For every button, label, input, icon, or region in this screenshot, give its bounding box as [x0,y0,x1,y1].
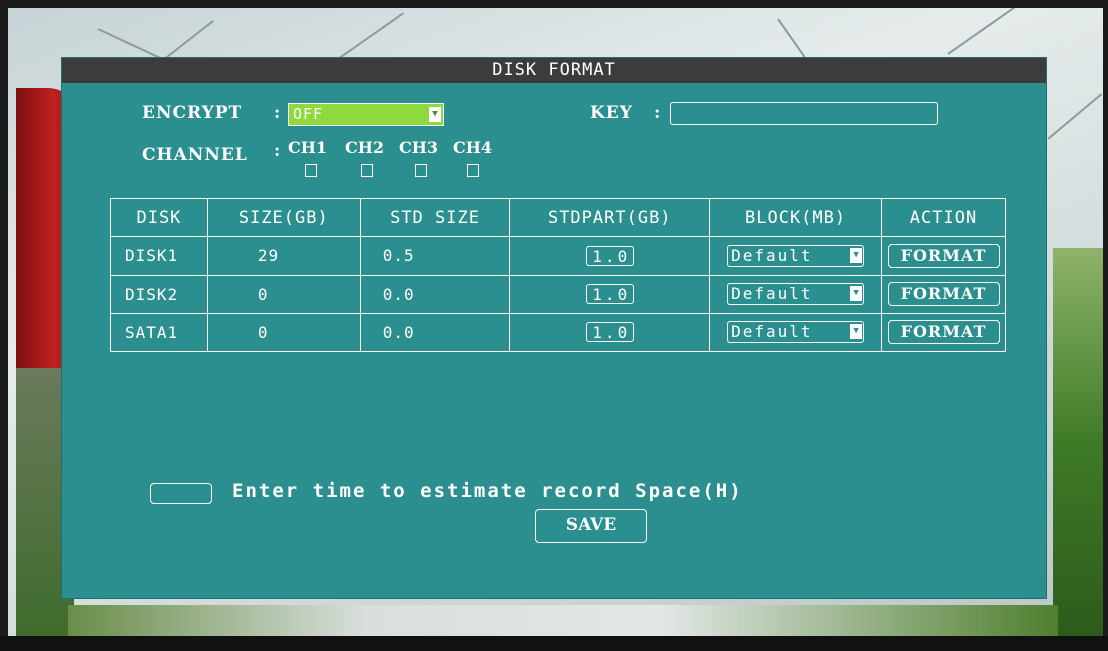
format-button[interactable]: FORMAT [887,282,1000,307]
channel-ch1-label: CH1 [288,138,327,157]
encrypt-separator: : [274,103,282,123]
channel-ch3-checkbox[interactable] [415,164,427,177]
disk-std-size: 0.5 [359,236,511,276]
disk-std-size: 0.0 [359,312,511,353]
stdpart-cell: 1.0 [509,236,711,276]
estimate-label: Enter time to estimate record Space(H) [232,480,743,502]
background-floor [68,605,1058,636]
channel-ch2-label: CH2 [345,138,384,157]
channel-separator: : [274,141,282,161]
table-row: DISK1 29 0.5 1.0 Default ▼ FORMAT [110,236,1006,276]
channel-ch4-label: CH4 [453,138,492,157]
chevron-down-icon: ▼ [850,247,863,263]
stdpart-input[interactable]: 1.0 [585,245,634,266]
disk-size: 0 [206,312,361,353]
channel-ch3-label: CH3 [399,138,438,157]
key-label: KEY [590,103,633,123]
monitor-bezel [0,636,1108,651]
background-line [337,12,405,60]
chevron-down-icon: ▼ [429,107,441,122]
header-disk: DISK [110,197,208,238]
block-select[interactable]: Default ▼ [727,283,865,306]
block-cell: Default ▼ [709,274,882,314]
disk-name: DISK2 [110,274,208,314]
disk-size: 29 [206,236,361,276]
stdpart-input[interactable]: 1.0 [585,322,634,343]
stdpart-cell: 1.0 [509,274,711,314]
disk-name: SATA1 [110,312,208,353]
channel-ch1-checkbox[interactable] [305,164,317,177]
channel-ch4-checkbox[interactable] [467,164,479,177]
key-input[interactable] [670,102,938,125]
record-hours-input[interactable] [150,483,212,504]
block-value: Default [731,322,813,342]
disk-table: DISK SIZE(GB) STD SIZE STDPART(GB) BLOCK… [110,197,1006,353]
background-line [947,8,1023,55]
background-line [1047,93,1103,140]
header-block: BLOCK(MB) [709,197,882,238]
action-cell: FORMAT [881,274,1006,314]
encrypt-label: ENCRYPT [142,103,243,123]
format-button[interactable]: FORMAT [887,320,1000,345]
encrypt-select[interactable]: OFF ▼ [288,103,444,126]
table-row: DISK2 0 0.0 1.0 Default ▼ FORMAT [110,274,1006,314]
table-header-row: DISK SIZE(GB) STD SIZE STDPART(GB) BLOCK… [110,197,1006,238]
save-button[interactable]: SAVE [535,509,647,543]
action-cell: FORMAT [881,236,1006,276]
disk-std-size: 0.0 [359,274,511,314]
channel-label: CHANNEL [142,145,248,165]
block-value: Default [731,245,813,265]
block-select[interactable]: Default ▼ [727,321,865,344]
block-select[interactable]: Default ▼ [727,244,865,267]
header-size: SIZE(GB) [206,197,361,238]
header-std-size: STD SIZE [359,197,511,238]
header-stdpart: STDPART(GB) [509,197,711,238]
key-separator: : [654,103,662,123]
block-cell: Default ▼ [709,312,882,353]
action-cell: FORMAT [881,312,1006,353]
stdpart-input[interactable]: 1.0 [585,284,634,305]
encrypt-value: OFF [293,105,324,123]
block-value: Default [731,284,813,304]
disk-format-dialog: DISK FORMAT ENCRYPT : OFF ▼ KEY : CHANNE… [62,58,1046,598]
disk-size: 0 [206,274,361,314]
stdpart-cell: 1.0 [509,312,711,353]
disk-name: DISK1 [110,236,208,276]
background-plant-right [1053,248,1103,636]
chevron-down-icon: ▼ [850,324,863,340]
table-row: SATA1 0 0.0 1.0 Default ▼ FORMAT [110,312,1006,353]
header-action: ACTION [881,197,1006,238]
dialog-title: DISK FORMAT [62,58,1046,83]
block-cell: Default ▼ [709,236,882,276]
format-button[interactable]: FORMAT [887,243,1000,268]
chevron-down-icon: ▼ [850,286,863,302]
channel-ch2-checkbox[interactable] [361,164,373,177]
